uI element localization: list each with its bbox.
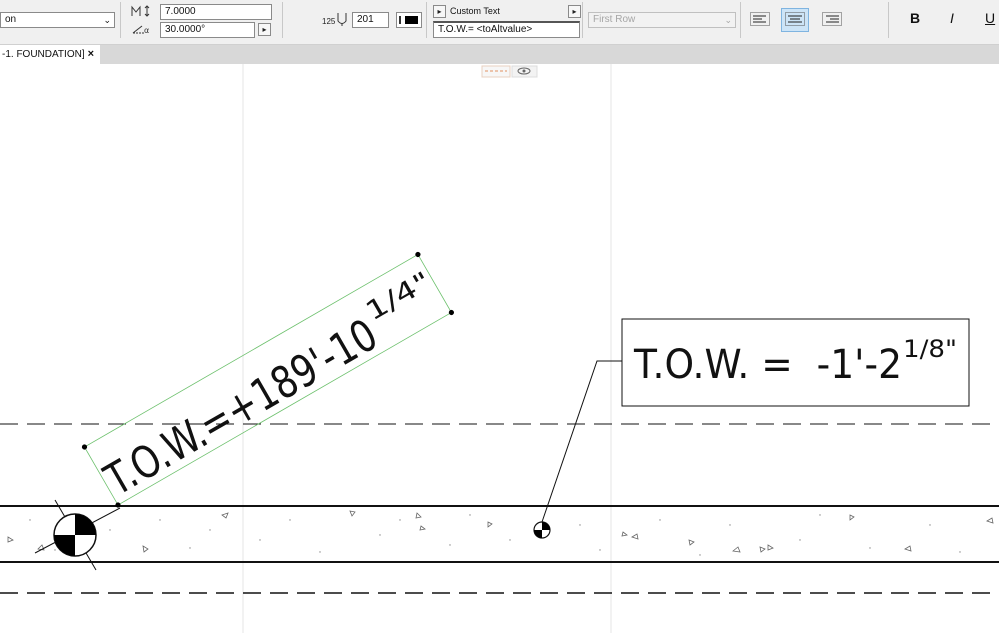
align-left-button[interactable] bbox=[746, 8, 774, 32]
rotation-angle-icon: α bbox=[130, 21, 154, 35]
chevron-down-icon: ⌄ bbox=[724, 15, 732, 25]
rotated-elevation-label[interactable]: T.O.W.=+189'-10 1/4" bbox=[81, 251, 455, 509]
toolbar-divider bbox=[888, 2, 889, 38]
italic-button[interactable]: I bbox=[950, 10, 954, 26]
tab-label: -1. FOUNDATION] bbox=[2, 49, 85, 60]
concrete-stipple bbox=[29, 514, 961, 556]
text-scale-label: 125 bbox=[322, 17, 336, 26]
align-left-icon bbox=[750, 12, 770, 26]
elevation-marker-large[interactable] bbox=[34, 499, 121, 571]
rotated-label-text: T.O.W.=+189'-10 bbox=[96, 309, 386, 506]
boxed-elevation-label[interactable]: T.O.W. = -1'-2 1/8" bbox=[621, 318, 970, 407]
text-source-arrow-icon[interactable]: ▸ bbox=[433, 5, 446, 18]
chevron-down-icon: ⌄ bbox=[103, 15, 111, 25]
elevation-marker-small[interactable] bbox=[533, 521, 551, 539]
align-center-button[interactable] bbox=[781, 8, 809, 32]
text-size-icon bbox=[336, 11, 348, 27]
angle-input[interactable]: 30.0000° bbox=[160, 22, 255, 38]
pen-color-swatch[interactable] bbox=[396, 12, 422, 28]
drawing-canvas[interactable]: T.O.W.=+189'-10 1/4" T.O.W. = -1'-2 1/8" bbox=[0, 64, 999, 633]
align-right-button[interactable] bbox=[818, 8, 846, 32]
close-icon[interactable]: × bbox=[88, 45, 94, 64]
text-source-label: Custom Text bbox=[450, 6, 500, 16]
width-icon bbox=[130, 4, 154, 18]
toolbar-divider bbox=[426, 2, 427, 38]
row-select-value: First Row bbox=[593, 14, 636, 25]
toolbar-divider bbox=[582, 2, 583, 38]
pen-number-input[interactable]: 201 bbox=[352, 12, 389, 28]
width-input[interactable]: 7.0000 bbox=[160, 4, 272, 20]
boxed-label-fraction: 1/8" bbox=[903, 335, 957, 363]
boxed-label-text: T.O.W. = -1'-2 bbox=[633, 342, 902, 388]
text-source-menu-arrow-icon[interactable]: ▸ bbox=[568, 5, 581, 18]
layer-select-value: on bbox=[5, 14, 17, 25]
row-select[interactable]: First Row ⌄ bbox=[588, 12, 736, 28]
info-box-toolbar: on ⌄ 7.0000 α 30.0000° ▸ 125 201 ▸ Custo… bbox=[0, 0, 999, 45]
toolbar-divider bbox=[120, 2, 121, 38]
align-center-icon bbox=[785, 12, 805, 26]
angle-options-arrow-icon[interactable]: ▸ bbox=[258, 23, 271, 36]
rotated-label-fraction: 1/4" bbox=[361, 266, 437, 327]
align-right-icon bbox=[822, 12, 842, 26]
underline-button[interactable]: U bbox=[985, 10, 995, 26]
bold-button[interactable]: B bbox=[910, 10, 920, 26]
toolbar-divider bbox=[740, 2, 741, 38]
toolbar-divider bbox=[282, 2, 283, 38]
layer-select[interactable]: on ⌄ bbox=[0, 12, 115, 28]
text-expression-input[interactable]: T.O.W.= <toAltvalue> bbox=[433, 21, 580, 38]
view-tab-bar: -1. FOUNDATION] × bbox=[0, 45, 999, 64]
concrete-hatch bbox=[7, 510, 994, 553]
leader-line bbox=[541, 360, 622, 523]
svg-text:α: α bbox=[144, 26, 149, 35]
floating-display-options[interactable] bbox=[481, 65, 538, 78]
tab-foundation[interactable]: -1. FOUNDATION] × bbox=[0, 45, 100, 64]
